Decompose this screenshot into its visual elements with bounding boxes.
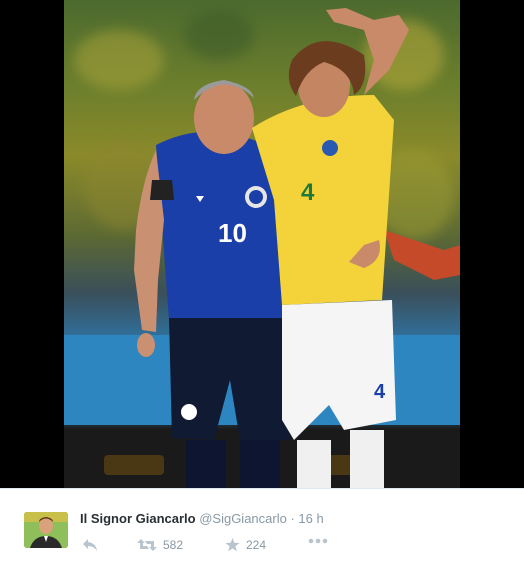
tweet-photo[interactable]: 10 4 4 xyxy=(64,0,460,488)
favorite-count: 224 xyxy=(246,538,267,552)
star-icon xyxy=(225,538,240,552)
username[interactable]: @SigGiancarlo xyxy=(199,511,287,526)
display-name[interactable]: Il Signor Giancarlo xyxy=(80,511,196,526)
more-button[interactable] xyxy=(308,538,328,544)
retweet-button[interactable]: 582 xyxy=(137,538,183,552)
separator: · xyxy=(290,511,295,526)
right-jersey-number: 4 xyxy=(301,179,315,206)
timestamp[interactable]: 16 h xyxy=(298,511,323,526)
retweet-count: 582 xyxy=(163,538,184,552)
tweet-card[interactable]: Il Signor Giancarlo @SigGiancarlo · 16 h xyxy=(0,488,524,580)
tweet-header: Il Signor Giancarlo @SigGiancarlo · 16 h xyxy=(80,511,324,526)
reply-button[interactable] xyxy=(82,538,98,552)
shorts-number: 4 xyxy=(374,381,386,403)
favorite-button[interactable]: 224 xyxy=(225,538,266,552)
players-illustration: 10 4 4 xyxy=(64,8,460,488)
left-jersey-number: 10 xyxy=(218,218,247,248)
retweet-icon xyxy=(137,539,157,551)
tweet-actions: 582 224 xyxy=(0,538,524,554)
reply-icon xyxy=(83,539,97,551)
more-icon xyxy=(308,538,328,544)
tweet-media[interactable]: 10 4 4 xyxy=(0,0,524,488)
